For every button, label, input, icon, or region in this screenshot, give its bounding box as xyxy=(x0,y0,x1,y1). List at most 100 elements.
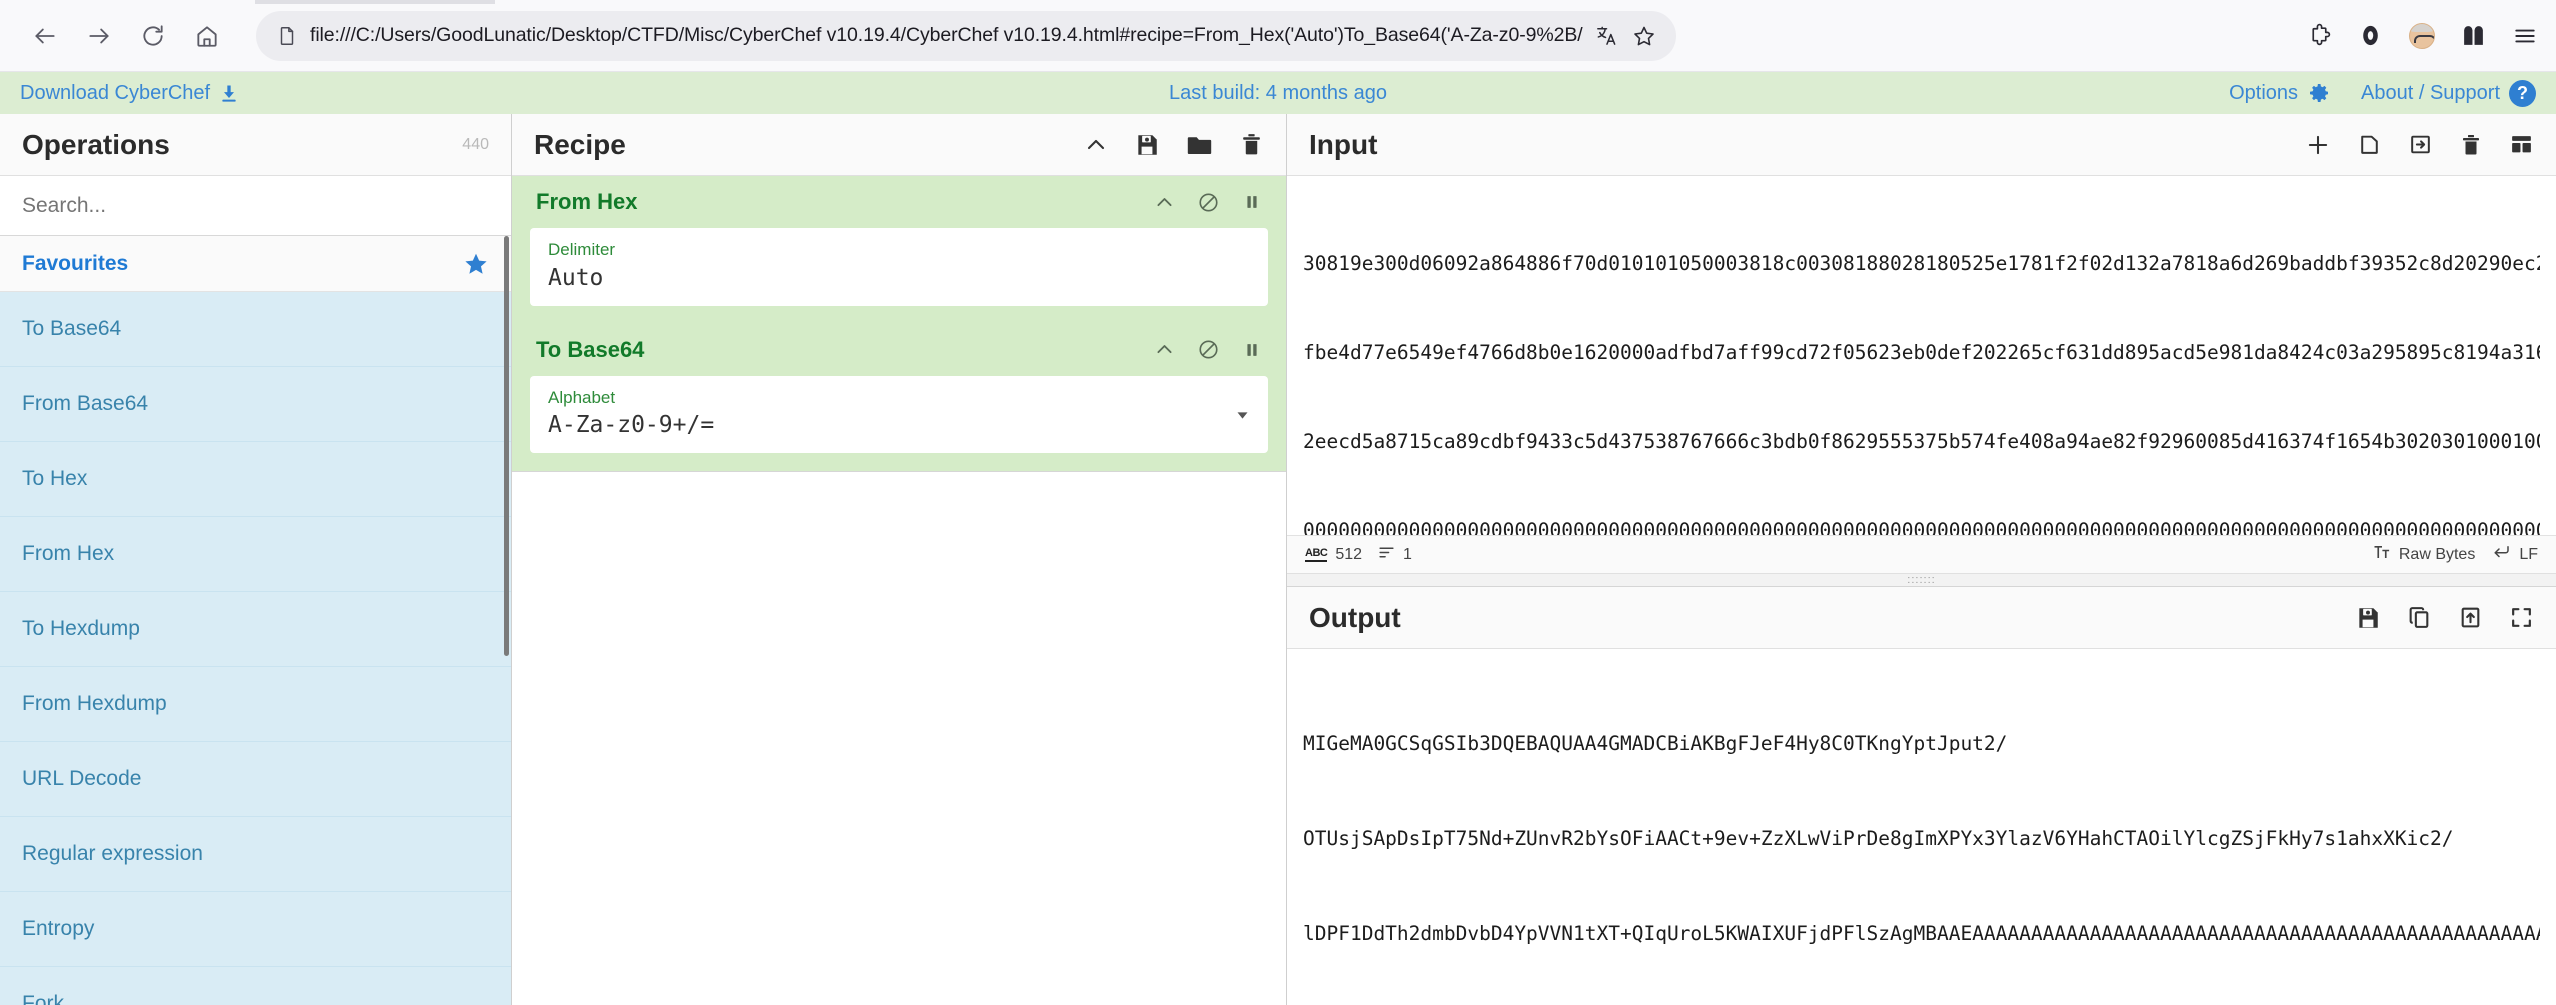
search-input[interactable] xyxy=(22,193,489,218)
input-title: Input xyxy=(1309,128,1378,160)
font-format-icon xyxy=(2373,543,2391,566)
open-file-icon[interactable] xyxy=(2357,132,2382,157)
bookmark-star-icon[interactable] xyxy=(1632,24,1656,48)
operations-scrollbar[interactable] xyxy=(504,236,509,656)
about-support-link[interactable]: About / Support ? xyxy=(2361,79,2536,107)
recipe-actions xyxy=(1084,131,1264,158)
clear-input-trash-icon[interactable] xyxy=(2459,133,2483,157)
breakpoint-pause-icon[interactable] xyxy=(1242,192,1262,212)
recipe-op-to-base64[interactable]: To Base64 Alphabet A-Za-z0-9+/= xyxy=(512,323,1286,472)
line-ending-group[interactable]: LF xyxy=(2493,543,2538,566)
collapse-chevron-icon[interactable] xyxy=(1154,339,1175,360)
encoding-group[interactable]: Raw Bytes xyxy=(2373,543,2475,566)
cyberchef-app: Operations 440 Favourites To Base64 From… xyxy=(0,114,2556,1005)
address-bar[interactable]: file:///C:/Users/GoodLunatic/Desktop/CTF… xyxy=(256,10,1676,61)
browser-toolbar-right xyxy=(2277,22,2538,49)
input-encoding: Raw Bytes xyxy=(2398,545,2476,563)
output-line: lDPF1DdTh2dmbDvbD4YpVVN1tXT+QIqUroL5KWAI… xyxy=(1303,921,2540,945)
io-panel: Input 30819e300d06092a864886f70d01010105… xyxy=(1287,114,2556,1005)
url-text[interactable]: file:///C:/Users/GoodLunatic/Desktop/CTF… xyxy=(310,24,1583,47)
collapse-chevron-icon[interactable] xyxy=(1084,133,1108,157)
input-pane: Input 30819e300d06092a864886f70d01010105… xyxy=(1287,114,2556,573)
arg-delimiter-label: Delimiter xyxy=(548,240,616,259)
operations-header: Operations 440 xyxy=(0,114,511,176)
add-input-tab-icon[interactable] xyxy=(2305,132,2331,158)
input-line: 2eecd5a8715ca89cdbf9433c5d437538767666c3… xyxy=(1303,430,2540,453)
breakpoint-pause-icon[interactable] xyxy=(1242,340,1262,360)
operation-from-base64[interactable]: From Base64 xyxy=(0,367,511,442)
recipe-op-from-hex-title: From Hex xyxy=(536,189,638,214)
category-favourites[interactable]: Favourites xyxy=(0,236,511,292)
load-recipe-folder-icon[interactable] xyxy=(1186,131,1213,158)
last-build-link[interactable]: Last build: 4 months ago xyxy=(1169,82,1387,105)
options-link[interactable]: Options xyxy=(2229,81,2331,105)
output-textarea[interactable]: MIGeMA0GCSqGSIb3DQEBAQUAA4GMADCBiAKBgFJe… xyxy=(1287,649,2556,1005)
download-icon xyxy=(219,83,239,103)
recipe-body[interactable]: From Hex Delimiter Auto To Base64 Alphab… xyxy=(512,176,1286,1005)
disable-operation-icon[interactable] xyxy=(1197,338,1220,361)
replace-input-with-output-icon[interactable] xyxy=(2458,605,2483,630)
home-button[interactable] xyxy=(180,9,234,63)
arg-delimiter[interactable]: Delimiter Auto xyxy=(530,228,1268,306)
maximise-output-icon[interactable] xyxy=(2509,605,2534,630)
recipe-op-from-hex-controls xyxy=(1154,191,1262,214)
operation-regular-expression[interactable]: Regular expression xyxy=(0,817,511,892)
input-line: fbe4d77e6549ef4766d8b0e1620000adfbd7aff9… xyxy=(1303,341,2540,365)
recipe-header: Recipe xyxy=(512,114,1286,176)
input-textarea[interactable]: 30819e300d06092a864886f70d01010105000381… xyxy=(1287,176,2556,535)
last-build-container: Last build: 4 months ago xyxy=(0,82,2556,105)
question-mark-icon: ? xyxy=(2509,79,2536,107)
input-status-right: Raw Bytes LF xyxy=(2373,543,2538,566)
back-button[interactable] xyxy=(18,9,72,63)
save-recipe-icon[interactable] xyxy=(1134,132,1160,158)
input-line: 0000000000000000000000000000000000000000… xyxy=(1303,518,2540,535)
operation-from-hexdump[interactable]: From Hexdump xyxy=(0,667,511,742)
cyberchef-banner: Download CyberChef Last build: 4 months … xyxy=(0,72,2556,114)
forward-button[interactable] xyxy=(72,9,126,63)
disable-operation-icon[interactable] xyxy=(1197,191,1220,214)
shield-icon[interactable] xyxy=(2358,23,2383,48)
operation-fork[interactable]: Fork xyxy=(0,967,511,1005)
operations-search[interactable] xyxy=(0,176,511,236)
star-icon[interactable] xyxy=(463,251,489,277)
download-cyberchef-link[interactable]: Download CyberChef xyxy=(20,82,239,105)
tabstrip-edge xyxy=(255,0,495,4)
arg-delimiter-value[interactable]: Auto xyxy=(548,263,1250,294)
output-header: Output xyxy=(1287,587,2556,649)
open-folder-as-input-icon[interactable] xyxy=(2408,132,2433,157)
banner-right-actions: Options About / Support ? xyxy=(2229,79,2536,107)
extensions-icon[interactable] xyxy=(2307,23,2332,48)
reload-button[interactable] xyxy=(126,9,180,63)
operation-from-hex[interactable]: From Hex xyxy=(0,517,511,592)
output-title: Output xyxy=(1309,601,1401,633)
arg-alphabet-label: Alphabet xyxy=(548,387,616,407)
recipe-op-from-hex[interactable]: From Hex Delimiter Auto xyxy=(512,176,1286,324)
operation-url-decode[interactable]: URL Decode xyxy=(0,742,511,817)
clear-recipe-trash-icon[interactable] xyxy=(1239,132,1264,157)
collections-icon[interactable] xyxy=(2461,23,2486,48)
chevron-down-icon[interactable] xyxy=(1235,408,1250,427)
menu-icon[interactable] xyxy=(2512,23,2538,49)
operation-entropy[interactable]: Entropy xyxy=(0,892,511,967)
operation-to-base64[interactable]: To Base64 xyxy=(0,292,511,367)
collapse-chevron-icon[interactable] xyxy=(1154,192,1175,213)
operation-to-hexdump[interactable]: To Hexdump xyxy=(0,592,511,667)
operation-to-hex[interactable]: To Hex xyxy=(0,442,511,517)
translate-icon[interactable] xyxy=(1595,24,1618,47)
input-status-bar: ABC 512 1 Raw Bytes LF xyxy=(1287,535,2556,573)
arg-alphabet-value[interactable]: A-Za-z0-9+/= xyxy=(548,410,1250,441)
about-support-label: About / Support xyxy=(2361,81,2500,104)
splitter-grip-icon: ::::::: xyxy=(1907,573,1936,586)
input-tabs-grid-icon[interactable] xyxy=(2509,132,2534,157)
output-pane: Output MIGeMA0GCSqGSIb3DQEBAQUAA4GMADCBi… xyxy=(1287,587,2556,1005)
recipe-title: Recipe xyxy=(534,128,626,160)
profile-avatar[interactable] xyxy=(2409,22,2435,49)
operations-count: 440 xyxy=(462,135,489,153)
recipe-op-to-base64-header: To Base64 xyxy=(512,324,1286,376)
url-main: file:///C:/Users/GoodLunatic/Desktop/CTF… xyxy=(310,24,1583,46)
io-splitter[interactable]: ::::::: xyxy=(1287,573,2556,587)
arg-alphabet[interactable]: Alphabet A-Za-z0-9+/= xyxy=(530,375,1268,454)
copy-output-icon[interactable] xyxy=(2407,605,2432,630)
page-file-icon xyxy=(276,25,298,47)
save-output-icon[interactable] xyxy=(2355,605,2381,631)
